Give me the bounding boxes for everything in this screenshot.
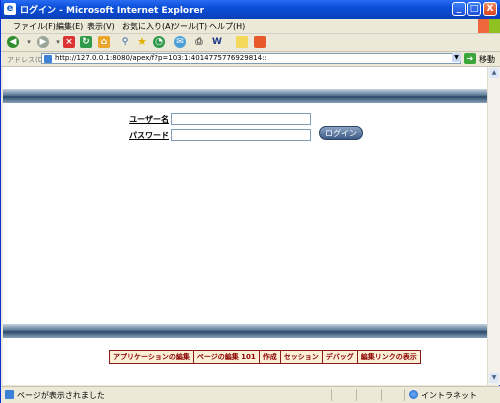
address-bar: アドレス(D) http://127.0.0.1:8080/apex/f?p=1… <box>1 52 500 67</box>
toolbar: ◀ ▾ ▶ ▾ × ↻ ⌂ ⚲ ★ ◔ ✉ ⎙ W <box>1 34 500 52</box>
edit-application-link[interactable]: アプリケーションの編集 <box>110 351 194 363</box>
login-button[interactable]: ログイン <box>319 126 363 140</box>
session-link[interactable]: セッション <box>281 351 323 363</box>
footer-band <box>3 324 487 338</box>
menu-file[interactable]: ファイル(F) <box>13 21 56 32</box>
status-divider <box>381 389 382 401</box>
close-button[interactable]: X <box>483 2 497 16</box>
status-bar: ページが表示されました イントラネット <box>1 386 500 403</box>
back-icon[interactable]: ◀ <box>7 36 19 48</box>
create-link[interactable]: 作成 <box>260 351 281 363</box>
home-icon[interactable]: ⌂ <box>98 36 110 48</box>
page-content: ユーザー名 パスワード ログイン アプリケーションの編集 ページの編集 101 … <box>3 67 487 385</box>
menu-view[interactable]: 表示(V) <box>87 21 115 32</box>
refresh-icon[interactable]: ↻ <box>80 36 92 48</box>
status-divider <box>356 389 357 401</box>
menu-help[interactable]: ヘルプ(H) <box>209 21 245 32</box>
print-icon[interactable]: ⎙ <box>193 36 205 48</box>
edit-page-link[interactable]: ページの編集 101 <box>194 351 260 363</box>
header-band <box>3 89 487 103</box>
intranet-zone-icon <box>409 390 418 399</box>
window-title: ログイン - Microsoft Internet Explorer <box>20 6 205 16</box>
edit-word-icon[interactable]: W <box>211 36 223 48</box>
minimize-button[interactable]: _ <box>452 2 466 16</box>
menu-bar: ファイル(F) 編集(E) 表示(V) お気に入り(A) ツール(T) ヘルプ(… <box>1 19 500 34</box>
menu-tools[interactable]: ツール(T) <box>172 21 207 32</box>
browser-window: e ログイン - Microsoft Internet Explorer _ □… <box>0 0 500 403</box>
back-dropdown-icon[interactable]: ▾ <box>23 36 35 48</box>
scroll-up-icon[interactable]: ▲ <box>489 68 499 78</box>
favorites-star-icon[interactable]: ★ <box>136 36 148 48</box>
scroll-down-icon[interactable]: ▼ <box>489 373 499 383</box>
address-dropdown-icon[interactable]: ▼ <box>452 53 461 62</box>
menu-edit[interactable]: 編集(E) <box>56 21 83 32</box>
go-button[interactable]: 移動 <box>479 54 495 65</box>
debug-link[interactable]: デバッグ <box>323 351 358 363</box>
password-label: パスワード <box>129 131 169 140</box>
ie-icon: e <box>4 3 16 15</box>
address-url[interactable]: http://127.0.0.1:8080/apex/f?p=103:1:401… <box>55 54 267 62</box>
mail-icon[interactable]: ✉ <box>174 36 186 48</box>
address-input[interactable]: http://127.0.0.1:8080/apex/f?p=103:1:401… <box>41 53 461 64</box>
title-bar[interactable]: e ログイン - Microsoft Internet Explorer _ □… <box>1 0 500 19</box>
username-label: ユーザー名 <box>129 115 169 124</box>
developer-toolbar: アプリケーションの編集 ページの編集 101 作成 セッション デバッグ 編集リ… <box>109 350 421 364</box>
status-divider <box>331 389 332 401</box>
windows-logo-icon <box>478 19 500 33</box>
maximize-button[interactable]: □ <box>467 2 481 16</box>
go-arrow-icon[interactable]: ➔ <box>464 53 476 64</box>
password-input[interactable] <box>171 129 311 141</box>
search-icon[interactable]: ⚲ <box>119 36 131 48</box>
forward-icon[interactable]: ▶ <box>37 36 49 48</box>
status-divider <box>404 389 405 401</box>
status-text: ページが表示されました <box>17 391 105 400</box>
page-icon <box>44 55 52 63</box>
stop-icon[interactable]: × <box>63 36 75 48</box>
username-input[interactable] <box>171 113 311 125</box>
discuss-icon[interactable] <box>236 36 248 48</box>
menu-favorites[interactable]: お気に入り(A) <box>122 21 174 32</box>
messenger-icon[interactable] <box>254 36 266 48</box>
vertical-scrollbar[interactable]: ▲ ▼ <box>487 67 500 385</box>
history-icon[interactable]: ◔ <box>153 36 165 48</box>
show-edit-links-link[interactable]: 編集リンクの表示 <box>358 351 420 363</box>
page-loaded-icon <box>5 390 14 399</box>
security-zone: イントラネット <box>421 391 477 400</box>
